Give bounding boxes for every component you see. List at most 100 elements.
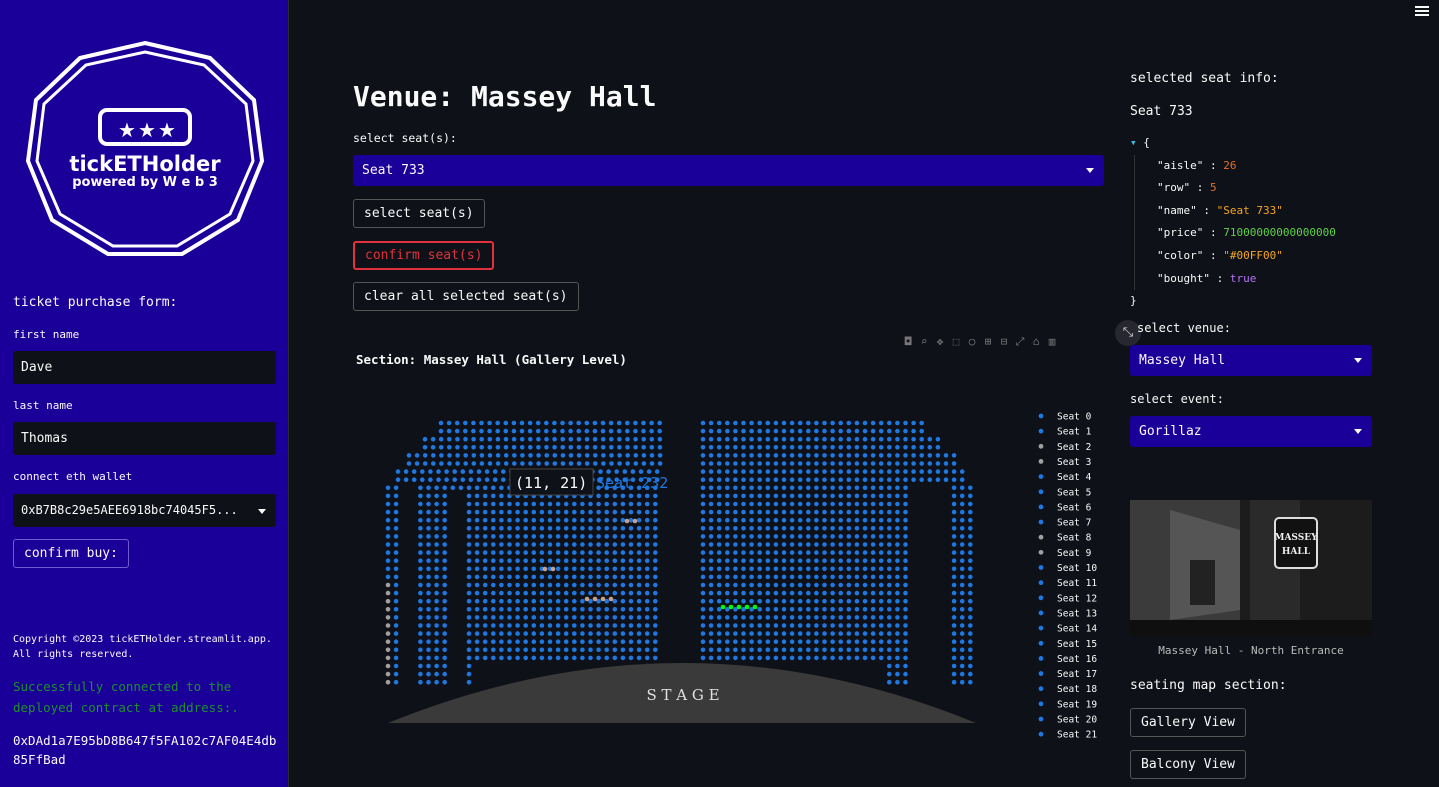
seat-point (482, 647, 488, 653)
seat-point (725, 526, 730, 531)
seat-point (649, 436, 655, 442)
seat-point (393, 493, 399, 499)
seat-point (572, 509, 577, 515)
seat-point (644, 542, 650, 547)
select-seats-button[interactable]: select seat(s) (353, 199, 485, 228)
seat-point (604, 615, 609, 620)
seat-point (636, 542, 642, 547)
seat-point (515, 631, 520, 636)
seat-point (482, 607, 488, 612)
seat-point (628, 598, 634, 604)
seat-point (468, 469, 474, 474)
seat-point (418, 647, 423, 653)
seat-point (528, 453, 533, 458)
legend-entry: Seat 12 (1057, 593, 1097, 604)
seat-point (612, 517, 618, 523)
seat-multiselect[interactable]: Seat 733 (353, 155, 1104, 186)
seat-point (547, 607, 553, 612)
seat-point (612, 566, 618, 572)
seat-point (757, 501, 762, 507)
seat-point (616, 420, 622, 426)
seat-point (501, 469, 506, 474)
seat-point (781, 574, 787, 580)
seat-point (887, 679, 892, 685)
seat-point (576, 453, 582, 458)
seat-point (555, 607, 561, 612)
seat-point (797, 509, 803, 515)
collapse-triangle-icon[interactable]: ▾ (1130, 136, 1137, 149)
seat-point (895, 526, 900, 531)
seat-point (385, 647, 391, 653)
seat-point (523, 509, 528, 515)
seat-point (620, 509, 626, 515)
seat-point (959, 639, 965, 644)
seat-point (773, 501, 779, 507)
confirm-buy-button[interactable]: confirm buy: (13, 539, 129, 568)
seat-point (393, 542, 399, 547)
seat-point (708, 566, 714, 572)
wallet-select[interactable]: 0xB7B8c29e5AEE6918bc74045F5... (13, 494, 276, 527)
seat-point (653, 639, 658, 644)
seat-point (757, 558, 762, 563)
balcony-view-button[interactable]: Balcony View (1130, 750, 1246, 779)
seat-point (628, 493, 634, 499)
gallery-view-button[interactable]: Gallery View (1130, 708, 1246, 737)
json-bought: true (1229, 271, 1257, 285)
legend-entry: Seat 13 (1057, 608, 1097, 619)
seat-point (789, 534, 795, 539)
seat-point (612, 607, 618, 612)
last-name-input[interactable]: Thomas (13, 422, 276, 455)
seat-point (862, 607, 868, 612)
seat-point (385, 615, 391, 620)
clear-seats-button[interactable]: clear all selected seat(s) (353, 282, 579, 311)
seat-point (495, 453, 501, 458)
event-select[interactable]: Gorillaz (1130, 416, 1372, 447)
seat-point (426, 542, 431, 547)
seat-point (846, 461, 852, 466)
seat-point (789, 501, 795, 507)
seat-point (781, 590, 787, 596)
seat-point (700, 469, 706, 474)
seat-point (636, 655, 642, 661)
seat-point (895, 485, 900, 491)
seat-point (814, 558, 819, 563)
seat-point (806, 550, 811, 555)
seat-point (959, 631, 965, 636)
seat-point (749, 436, 754, 442)
venue-title: Venue: Massey Hall (353, 80, 657, 113)
seat-point (968, 517, 973, 523)
seat-point (797, 566, 803, 572)
seat-point (846, 598, 852, 604)
seat-point (572, 574, 577, 580)
first-name-input[interactable]: Dave (13, 351, 276, 384)
seat-point (838, 607, 843, 612)
venue-select[interactable]: Massey Hall (1130, 345, 1372, 376)
seat-point (547, 517, 553, 523)
seat-point (741, 566, 746, 572)
seat-point (822, 477, 827, 482)
seat-point (426, 598, 431, 604)
seat-point (806, 590, 811, 596)
seat-point (862, 526, 868, 531)
seat-point (708, 647, 714, 653)
seat-point (716, 582, 722, 588)
seat-point (466, 679, 472, 685)
hamburger-menu-icon[interactable] (1415, 6, 1429, 18)
seat-point (466, 655, 472, 661)
confirm-seats-button[interactable]: confirm seat(s) (353, 241, 495, 270)
seat-point (438, 445, 444, 450)
seat-point (789, 485, 795, 491)
seat-point (700, 558, 706, 563)
seat-point (460, 469, 466, 474)
seat-point (789, 493, 795, 499)
seat-point (822, 509, 827, 515)
seat-point (636, 558, 642, 563)
seat-point (935, 461, 941, 466)
seat-point (555, 615, 561, 620)
seat-point (555, 574, 561, 580)
seat-point (434, 647, 439, 653)
seat-point (870, 542, 876, 547)
seat-point (531, 517, 537, 523)
seat-point (781, 607, 787, 612)
seat-point (708, 436, 714, 442)
